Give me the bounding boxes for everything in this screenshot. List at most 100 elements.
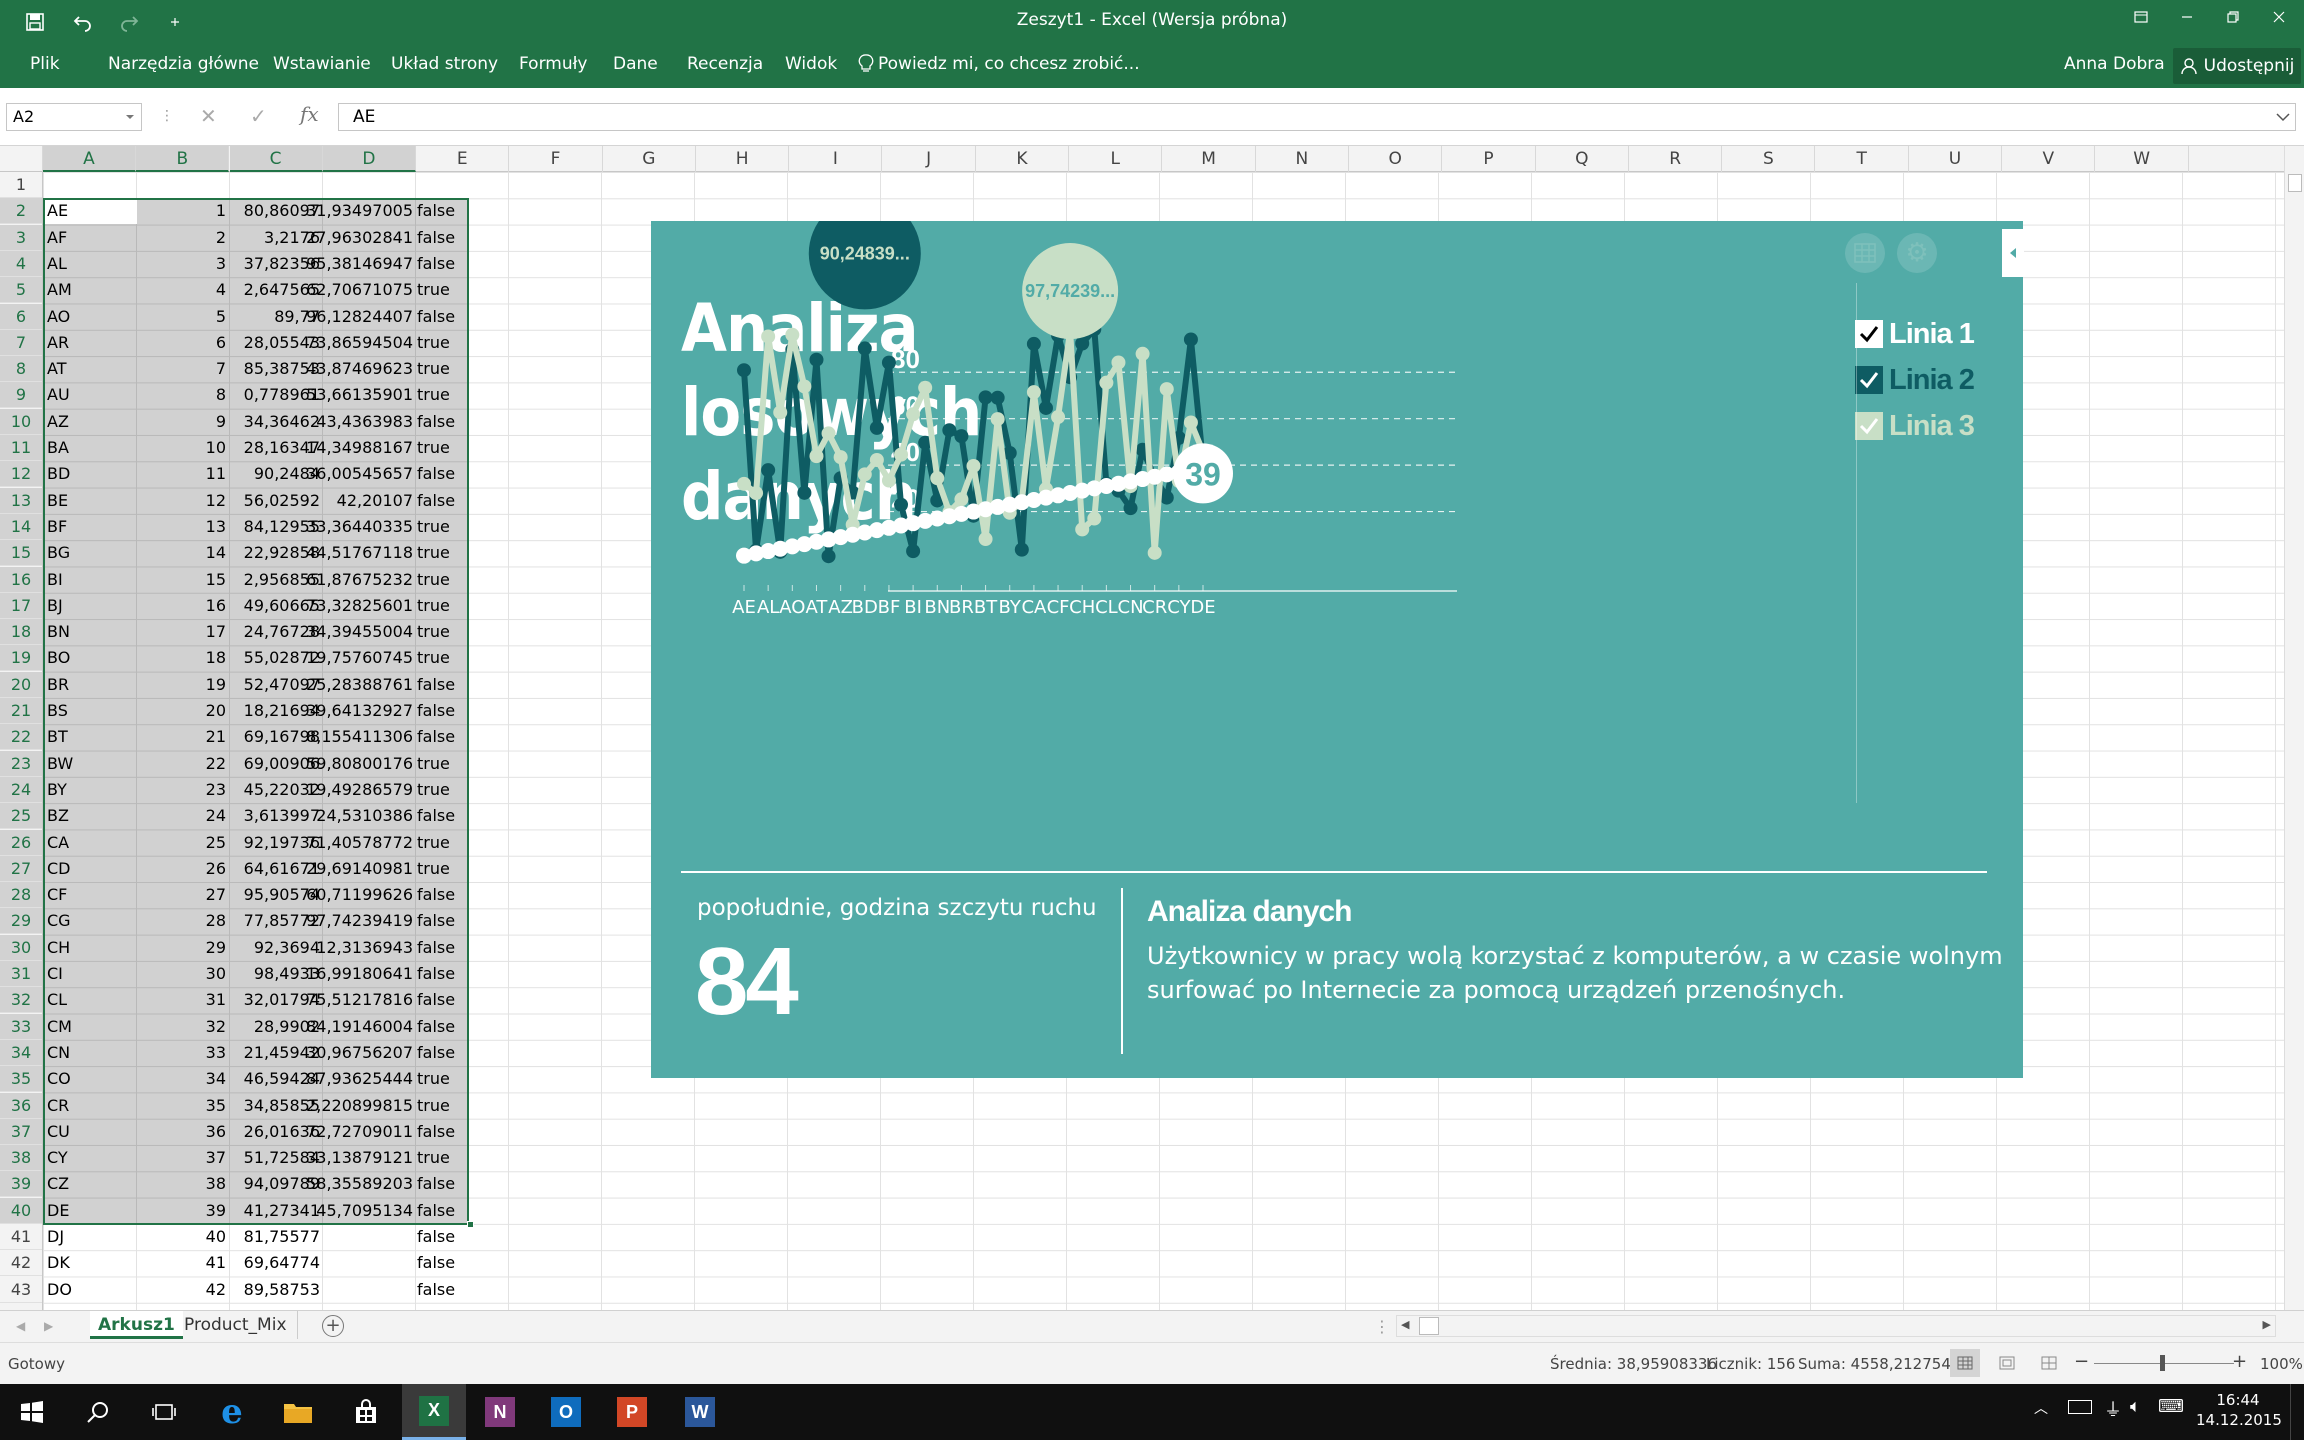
data-point[interactable]	[978, 532, 993, 547]
cell[interactable]: 59,80800176	[233, 751, 413, 777]
row-header[interactable]: 26	[0, 829, 42, 856]
cell[interactable]: true	[417, 751, 507, 777]
column-header-e[interactable]: E	[416, 146, 510, 172]
cell[interactable]: 32	[139, 1014, 226, 1040]
data-point[interactable]	[821, 549, 836, 564]
cell[interactable]: CL	[47, 987, 135, 1013]
cell[interactable]: 42,20107	[233, 488, 413, 514]
cell[interactable]: 19,49286579	[233, 777, 413, 803]
row-header[interactable]: 20	[0, 671, 42, 698]
data-point[interactable]	[1111, 355, 1126, 370]
cell[interactable]: BG	[47, 540, 135, 566]
zoom-level[interactable]: 100%	[2260, 1355, 2303, 1373]
close-icon[interactable]	[2256, 0, 2302, 34]
data-point[interactable]	[857, 467, 872, 482]
cell[interactable]: 41	[139, 1250, 226, 1276]
show-desktop-button[interactable]	[2290, 1384, 2304, 1440]
cell[interactable]: false	[417, 304, 507, 330]
cell[interactable]: CO	[47, 1066, 135, 1092]
cell[interactable]: 21	[139, 724, 226, 750]
data-point[interactable]	[894, 497, 909, 512]
cell[interactable]: true	[417, 645, 507, 671]
expand-formula-icon[interactable]	[2276, 112, 2290, 122]
scroll-thumb[interactable]	[2288, 174, 2302, 192]
tray-chevron-up-icon[interactable]: ︿	[2034, 1398, 2048, 1418]
cell[interactable]: CF	[47, 882, 135, 908]
cell[interactable]: false	[417, 1250, 507, 1276]
column-header-r[interactable]: R	[1629, 146, 1723, 172]
cell[interactable]: CZ	[47, 1171, 135, 1197]
tab-view[interactable]: Widok	[785, 54, 837, 74]
data-point[interactable]	[906, 544, 921, 559]
sheet-tab-arkusz1[interactable]: Arkusz1	[90, 1311, 183, 1339]
row-header[interactable]: 19	[0, 645, 42, 672]
cell[interactable]: 44,51767118	[233, 540, 413, 566]
row-header[interactable]: 31	[0, 961, 42, 987]
cell[interactable]: false	[417, 1014, 507, 1040]
cell[interactable]: 95,38146947	[233, 251, 413, 277]
cell[interactable]: 33,13879121	[233, 1145, 413, 1171]
cell[interactable]: false	[417, 461, 507, 487]
cell[interactable]: BD	[47, 461, 135, 487]
cell[interactable]: 75,51217816	[233, 987, 413, 1013]
powerpoint-taskbar-icon[interactable]: P	[600, 1384, 664, 1440]
column-header-j[interactable]: J	[883, 146, 976, 172]
data-point[interactable]	[881, 355, 896, 370]
row-header[interactable]: 5	[0, 277, 42, 304]
checkbox-icon[interactable]	[1855, 412, 1883, 440]
cell[interactable]: DJ	[47, 1224, 135, 1250]
h-scroll-thumb[interactable]	[1419, 1317, 1439, 1335]
row-header[interactable]: 9	[0, 382, 42, 409]
cell[interactable]: 6	[139, 330, 226, 356]
checkbox-icon[interactable]	[1855, 320, 1883, 348]
cell[interactable]: CI	[47, 961, 135, 987]
cell[interactable]: 36,00545657	[233, 461, 413, 487]
tell-me-box[interactable]: Powiedz mi, co chcesz zrobić...	[858, 54, 1140, 74]
battery-icon[interactable]	[2068, 1400, 2092, 1414]
task-view-icon[interactable]	[132, 1384, 196, 1440]
row-header[interactable]: 29	[0, 908, 42, 935]
restore-icon[interactable]	[2210, 0, 2256, 34]
cell[interactable]: 30	[139, 961, 226, 987]
onenote-taskbar-icon[interactable]: N	[468, 1384, 532, 1440]
cell[interactable]: 31,93497005	[233, 198, 413, 224]
cell[interactable]: 29,69140981	[233, 856, 413, 882]
zoom-in-icon[interactable]: +	[2232, 1351, 2247, 1372]
column-header-h[interactable]: H	[696, 146, 790, 172]
cell[interactable]: 72,72709011	[233, 1119, 413, 1145]
outlook-taskbar-icon[interactable]: O	[534, 1384, 598, 1440]
column-header-q[interactable]: Q	[1536, 146, 1629, 172]
keyboard-icon[interactable]: ⌨	[2158, 1396, 2184, 1417]
data-point[interactable]	[869, 453, 884, 468]
tab-home[interactable]: Narzędzia główne	[108, 54, 259, 74]
search-icon[interactable]	[66, 1384, 130, 1440]
cell[interactable]: true	[417, 777, 507, 803]
data-point[interactable]	[966, 458, 981, 473]
user-name[interactable]: Anna Dobra	[2064, 54, 2165, 74]
row-header[interactable]: 40	[0, 1197, 42, 1224]
cell[interactable]: 26	[139, 856, 226, 882]
cell[interactable]: BS	[47, 698, 135, 724]
ribbon-display-icon[interactable]	[2118, 0, 2164, 34]
column-header-u[interactable]: U	[1909, 146, 2002, 172]
legend-item-linia-3[interactable]: Linia 3	[1855, 409, 1975, 443]
row-header[interactable]: 10	[0, 408, 42, 435]
cell[interactable]: false	[417, 1040, 507, 1066]
cell[interactable]: 73,32825601	[233, 593, 413, 619]
data-point[interactable]	[869, 420, 884, 435]
tab-file[interactable]: Plik	[30, 54, 60, 74]
cell[interactable]: 73,86594504	[233, 330, 413, 356]
cell[interactable]: BR	[47, 672, 135, 698]
row-header[interactable]: 3	[0, 224, 42, 251]
cell[interactable]: 87,93625444	[233, 1066, 413, 1092]
cell[interactable]: 33,36440335	[233, 514, 413, 540]
cell[interactable]: false	[417, 882, 507, 908]
row-header[interactable]: 12	[0, 461, 42, 488]
data-point[interactable]	[797, 485, 812, 500]
cell[interactable]: CA	[47, 830, 135, 856]
cell[interactable]: BY	[47, 777, 135, 803]
data-point[interactable]	[1147, 545, 1162, 560]
cell[interactable]: 16	[139, 593, 226, 619]
cell[interactable]: CG	[47, 908, 135, 934]
cell[interactable]: 1	[139, 198, 226, 224]
